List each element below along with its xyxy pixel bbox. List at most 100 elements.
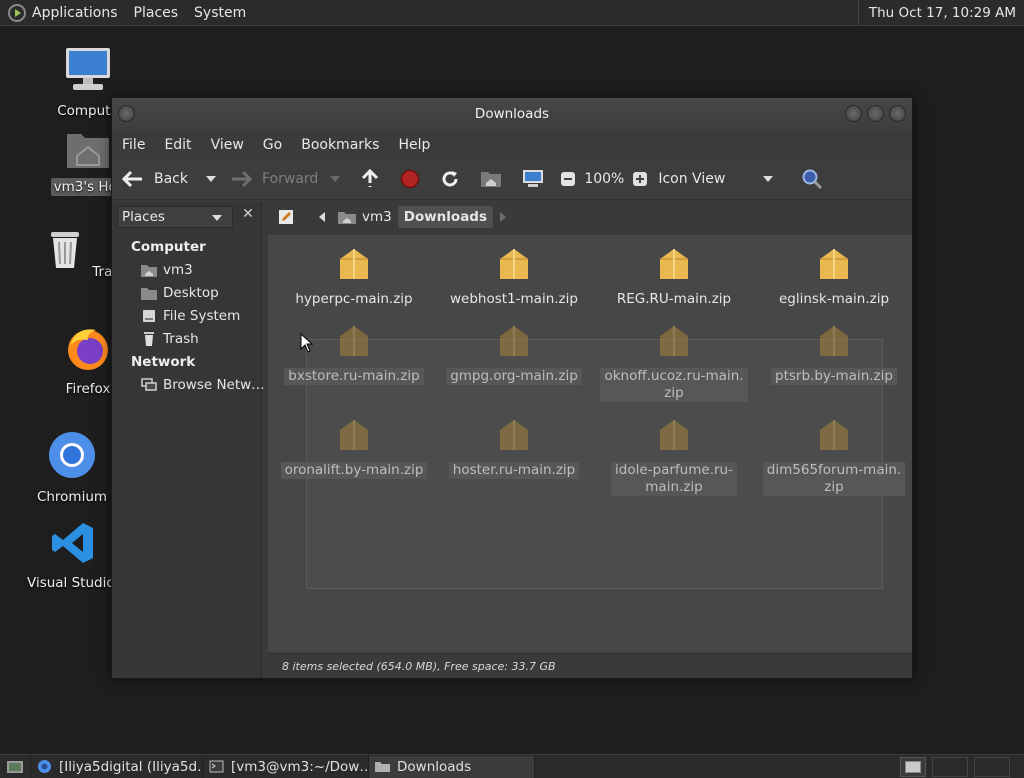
forward-button[interactable]: Forward [230, 170, 318, 188]
file-name: bxstore.ru-main.zip [284, 368, 424, 385]
home-icon [338, 212, 356, 224]
menu-file[interactable]: File [122, 137, 145, 153]
zoom-in-icon [633, 171, 648, 186]
sidebar-item-browse-network[interactable]: Browse Netw… [141, 377, 265, 393]
arrow-up-icon [362, 168, 379, 187]
edit-location-icon [279, 210, 293, 224]
search-button[interactable] [801, 168, 823, 190]
clock-applet[interactable]: Thu Oct 17, 10:29 AM [857, 0, 1024, 26]
file-item-selected[interactable]: ptsrb.by-main.zip [754, 324, 914, 385]
file-name: hoster.ru-main.zip [448, 462, 580, 479]
back-button[interactable]: Back [122, 170, 188, 188]
maximize-button[interactable] [867, 105, 884, 122]
chevron-left-icon [319, 212, 325, 222]
workspace-3[interactable] [974, 757, 1010, 777]
view-mode-label: Icon View [658, 170, 726, 187]
sidebar-item-label: Desktop [163, 285, 219, 301]
home-button[interactable] [480, 169, 502, 189]
file-item-selected[interactable]: hoster.ru-main.zip [434, 418, 594, 479]
file-item[interactable]: webhost1-main.zip [434, 247, 594, 308]
menu-system[interactable]: System [194, 5, 246, 21]
distro-logo-icon[interactable] [8, 3, 26, 22]
crumb-vm3[interactable]: vm3 [332, 206, 398, 228]
menu-view[interactable]: View [211, 137, 244, 153]
menu-go[interactable]: Go [263, 137, 282, 153]
zoom-level[interactable]: 100% [584, 171, 624, 187]
menu-edit[interactable]: Edit [164, 137, 191, 153]
zip-archive-icon [660, 420, 688, 450]
vscode-icon [52, 523, 93, 563]
file-view[interactable]: hyperpc-main.zip webhost1-main.zip REG.R… [268, 235, 912, 652]
file-item-selected[interactable]: oknoff.ucoz.ru-main. zip [594, 324, 754, 402]
menu-applications[interactable]: Applications [32, 5, 118, 21]
stop-button[interactable] [400, 169, 420, 189]
home-icon [481, 171, 502, 187]
minimize-button[interactable] [845, 105, 862, 122]
sidebar-mode-select[interactable]: Places [117, 206, 233, 228]
file-name: ptsrb.by-main.zip [771, 368, 897, 385]
arrow-left-icon [122, 170, 142, 187]
sidebar-item-desktop[interactable]: Desktop [141, 285, 219, 301]
location-edit-toggle[interactable] [272, 206, 300, 228]
file-name: oknoff.ucoz.ru-main. zip [600, 368, 748, 402]
clock[interactable]: Thu Oct 17, 10:29 AM [869, 5, 1016, 21]
menu-help[interactable]: Help [398, 137, 430, 153]
menubar: File Edit View Go Bookmarks Help [112, 131, 912, 158]
forward-label: Forward [262, 170, 319, 187]
close-button[interactable] [889, 105, 906, 122]
desktop-icon-vscode[interactable]: Visual Studio Co [24, 520, 137, 592]
file-name: oronalift.by-main.zip [280, 462, 428, 479]
crumb-scroll-left[interactable] [312, 206, 332, 228]
sidebar-item-vm3[interactable]: vm3 [141, 262, 193, 278]
bottom-taskbar: [Iliya5digital (Iliya5d… [vm3@vm3:~/Dow…… [0, 754, 1024, 778]
view-mode-select[interactable]: Icon View [658, 171, 779, 187]
file-item[interactable]: REG.RU-main.zip [594, 247, 754, 308]
task-browser[interactable]: [Iliya5digital (Iliya5d… [31, 755, 203, 778]
workspace-switcher[interactable] [900, 757, 926, 777]
sidebar-close-button[interactable]: ✕ [237, 206, 259, 228]
places-sidebar: Places ✕ Computer vm3 Desktop File Syste… [113, 202, 265, 678]
menu-bookmarks[interactable]: Bookmarks [301, 137, 379, 153]
location-bar: vm3 Downloads [268, 202, 912, 232]
crumb-scroll-right[interactable] [493, 206, 513, 228]
file-item-selected[interactable]: idole-parfume.ru- main.zip [594, 418, 754, 496]
file-item-selected[interactable]: gmpg.org-main.zip [434, 324, 594, 385]
file-name: dim565forum-main. zip [762, 462, 906, 496]
forward-history-dropdown[interactable] [330, 175, 341, 182]
zoom-out-button[interactable] [560, 171, 576, 187]
computer-button[interactable] [522, 169, 544, 189]
zip-archive-icon [820, 420, 848, 450]
sidebar-item-file-system[interactable]: File System [141, 308, 240, 324]
task-terminal[interactable]: [vm3@vm3:~/Dow… [203, 755, 369, 778]
status-bar: 8 items selected (654.0 MB), Free space:… [268, 654, 912, 678]
file-item-selected[interactable]: dim565forum-main. zip [754, 418, 914, 496]
file-item-selected[interactable]: oronalift.by-main.zip [274, 418, 434, 479]
titlebar[interactable]: Downloads [112, 98, 912, 131]
file-item[interactable]: eglinsk-main.zip [754, 247, 914, 308]
reload-button[interactable] [440, 169, 460, 189]
menu-places[interactable]: Places [134, 5, 179, 21]
zoom-in-button[interactable] [632, 171, 648, 187]
sidebar-item-label: Trash [163, 331, 199, 347]
up-button[interactable] [360, 168, 380, 189]
task-downloads[interactable]: Downloads [369, 755, 535, 778]
file-item[interactable]: hyperpc-main.zip [274, 247, 434, 308]
workspace-2[interactable] [932, 757, 968, 777]
reload-icon [442, 170, 458, 186]
trash-icon [51, 232, 79, 268]
crumb-downloads[interactable]: Downloads [397, 206, 494, 228]
desktop-icon-chromium[interactable]: Chromium [22, 430, 122, 506]
file-name: hyperpc-main.zip [295, 291, 413, 307]
task-label: [vm3@vm3:~/Dow… [231, 758, 369, 775]
folder-icon [375, 762, 390, 772]
task-label: Downloads [397, 758, 472, 775]
sidebar-item-trash[interactable]: Trash [141, 331, 199, 347]
network-icon [141, 378, 157, 391]
workspace-1[interactable] [905, 761, 921, 773]
back-history-dropdown[interactable] [206, 175, 216, 182]
show-desktop-button[interactable] [0, 755, 31, 778]
file-item-selected[interactable]: bxstore.ru-main.zip [274, 324, 434, 385]
file-manager-window: Downloads File Edit View Go Bookmarks He… [111, 97, 913, 679]
chevron-down-icon [212, 215, 222, 221]
trash-icon [144, 332, 154, 346]
